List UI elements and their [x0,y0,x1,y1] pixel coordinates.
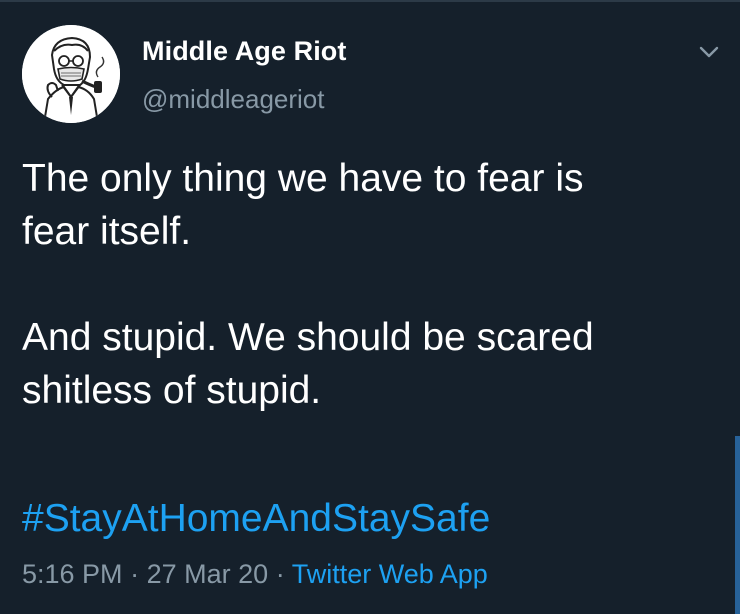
avatar-illustration-icon [22,25,120,123]
chevron-down-icon [699,46,719,58]
tweet-metadata: 5:16 PM · 27 Mar 20 · Twitter Web App [22,559,488,590]
tweet-line: The only thing we have to fear is [22,157,584,200]
tweet-date[interactable]: 27 Mar 20 [147,559,269,589]
tweet-source-link[interactable]: Twitter Web App [292,559,488,589]
tweet-line: fear itself. [22,210,192,253]
tweet-body: The only thing we have to fear is fear i… [22,152,722,417]
hashtag-link[interactable]: #StayAtHomeAndStaySafe [22,497,490,541]
author-handle[interactable]: @middleageriot [142,84,324,115]
meta-separator: · [130,559,140,589]
scrollbar-thumb[interactable] [735,436,740,614]
author-display-name[interactable]: Middle Age Riot [142,36,347,67]
tweet-line: shitless of stupid. [22,369,322,412]
tweet-line: And stupid. We should be scared [22,316,594,359]
meta-separator: · [275,559,285,589]
tweet-time[interactable]: 5:16 PM [22,559,123,589]
top-divider [0,0,740,2]
avatar[interactable] [22,25,120,123]
tweet-menu-button[interactable] [694,40,724,64]
